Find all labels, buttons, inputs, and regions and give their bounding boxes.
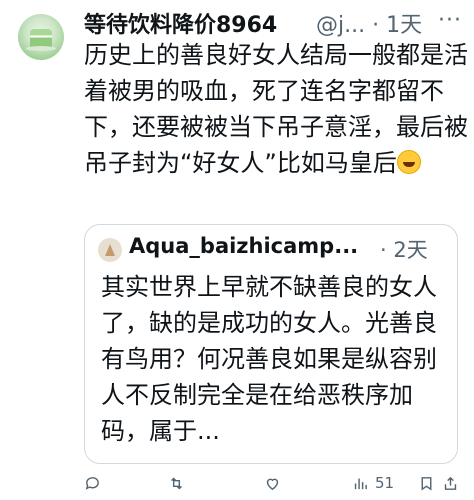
retweet-icon	[171, 477, 182, 489]
like-icon	[266, 478, 279, 490]
author-handle[interactable]: @j...	[316, 13, 365, 38]
quoted-time-separator: ·	[380, 238, 387, 262]
avatar-cake-image	[30, 29, 52, 47]
quoted-time-value: 2天	[393, 238, 428, 262]
quoted-time: · 2天	[380, 234, 428, 264]
share-icon	[444, 476, 457, 490]
author-handle-and-time: @j... · 1天	[316, 7, 422, 39]
avatar-plate-image	[26, 46, 56, 51]
quoted-tweet-text: 其实世界上早就不缺善良的女人了，缺的是成功的女人。光善良有鸟用？何况善良如果是纵…	[101, 273, 437, 445]
bookmark-icon	[421, 476, 432, 490]
views-count: 51	[375, 474, 395, 492]
rofl-emoji-icon	[396, 150, 421, 174]
author-display-name[interactable]: 等待饮料降价8964	[84, 7, 277, 39]
tweet-header: 等待饮料降价8964 @j... · 1天 ···	[84, 6, 462, 38]
reply-button[interactable]	[84, 472, 101, 494]
like-button[interactable]	[264, 472, 281, 494]
quoted-author-avatar	[98, 238, 122, 262]
more-options-icon[interactable]: ···	[438, 8, 462, 33]
views-icon	[354, 478, 367, 489]
retweet-button[interactable]	[168, 472, 185, 494]
tweet-text: 历史上的善良好女人结局一般都是活着被男的吸血，死了连名字都留不下，还要被被当下吊…	[84, 37, 468, 181]
share-button[interactable]	[442, 472, 459, 494]
reply-icon	[85, 476, 99, 490]
time-separator: ·	[372, 13, 380, 38]
bookmark-button[interactable]	[418, 472, 435, 494]
quoted-author-name: Aqua_baizhicamp...	[129, 234, 359, 258]
views-button[interactable]: 51	[352, 472, 394, 494]
author-avatar[interactable]	[18, 14, 64, 60]
quoted-tweet-card[interactable]: Aqua_baizhicamp... · 2天 其实世界上早就不缺善良的女人了，…	[84, 224, 458, 464]
tweet-time[interactable]: 1天	[386, 13, 422, 38]
tweet-action-bar: 51	[84, 472, 458, 494]
